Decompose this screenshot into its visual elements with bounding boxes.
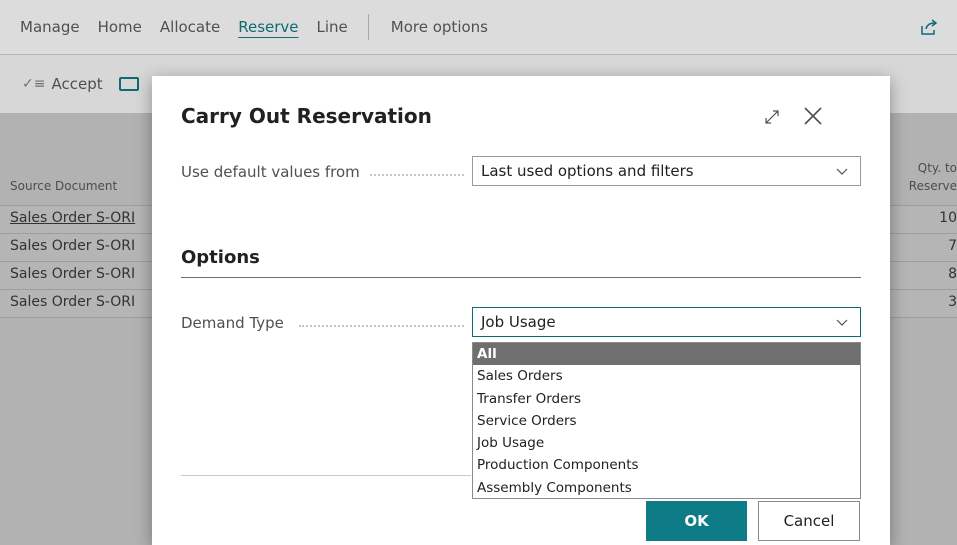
share-icon[interactable]	[919, 17, 939, 37]
menu-item-manage[interactable]: Manage	[20, 18, 80, 36]
column-header-source-document[interactable]: Source Document	[10, 179, 117, 193]
expand-icon[interactable]	[764, 109, 780, 125]
demand-type-dropdown-list: All Sales Orders Transfer Orders Service…	[472, 342, 861, 499]
source-document-cell: Sales Order S-ORI	[10, 294, 136, 310]
cancel-button[interactable]: Cancel	[758, 501, 860, 541]
menu-item-more-options[interactable]: More options	[391, 18, 488, 36]
qty-cell: 8	[948, 266, 957, 282]
menu-item-line[interactable]: Line	[317, 18, 348, 36]
source-document-cell: Sales Order S-ORI	[10, 266, 136, 282]
default-values-value: Last used options and filters	[481, 162, 694, 180]
accept-label: Accept	[51, 75, 103, 93]
default-values-label: Use default values from	[181, 163, 360, 181]
menu-bar: Manage Home Allocate Reserve Line More o…	[0, 0, 957, 55]
option-transfer-orders[interactable]: Transfer Orders	[473, 388, 860, 410]
demand-type-value: Job Usage	[481, 313, 556, 331]
option-sales-orders[interactable]: Sales Orders	[473, 365, 860, 387]
checklist-icon: ✓≡	[22, 76, 46, 92]
chevron-down-icon	[836, 319, 848, 326]
ellipsis-icon[interactable]	[118, 77, 139, 91]
qty-cell: 10	[939, 210, 957, 226]
ok-button[interactable]: OK	[646, 501, 747, 541]
field-leader-dots	[370, 174, 464, 176]
footer-divider	[181, 475, 471, 476]
accept-button[interactable]: ✓≡ Accept	[22, 75, 103, 93]
option-assembly-components[interactable]: Assembly Components	[473, 477, 860, 499]
qty-cell: 3	[948, 294, 957, 310]
option-service-orders[interactable]: Service Orders	[473, 410, 860, 432]
menu-item-allocate[interactable]: Allocate	[160, 18, 220, 36]
section-divider	[181, 277, 861, 278]
menu-separator	[367, 14, 369, 40]
column-header-qty-to-reserve[interactable]: Qty. to Reserve	[897, 159, 957, 195]
demand-type-select[interactable]: Job Usage	[472, 307, 861, 337]
option-job-usage[interactable]: Job Usage	[473, 432, 860, 454]
default-values-select[interactable]: Last used options and filters	[472, 156, 861, 186]
carry-out-reservation-dialog: Carry Out Reservation Use default values…	[152, 76, 890, 545]
option-production-components[interactable]: Production Components	[473, 454, 860, 476]
source-document-link[interactable]: Sales Order S-ORI	[10, 210, 135, 226]
source-document-cell: Sales Order S-ORI	[10, 238, 136, 254]
chevron-down-icon	[836, 168, 848, 175]
option-all[interactable]: All	[473, 343, 860, 366]
qty-cell: 7	[948, 238, 957, 254]
dialog-title: Carry Out Reservation	[181, 104, 432, 128]
demand-type-label: Demand Type	[181, 314, 284, 332]
close-icon[interactable]	[802, 105, 824, 127]
options-section-title: Options	[181, 247, 260, 268]
menu-item-home[interactable]: Home	[98, 18, 142, 36]
field-leader-dots	[299, 325, 464, 327]
menu-item-reserve[interactable]: Reserve	[238, 18, 298, 36]
